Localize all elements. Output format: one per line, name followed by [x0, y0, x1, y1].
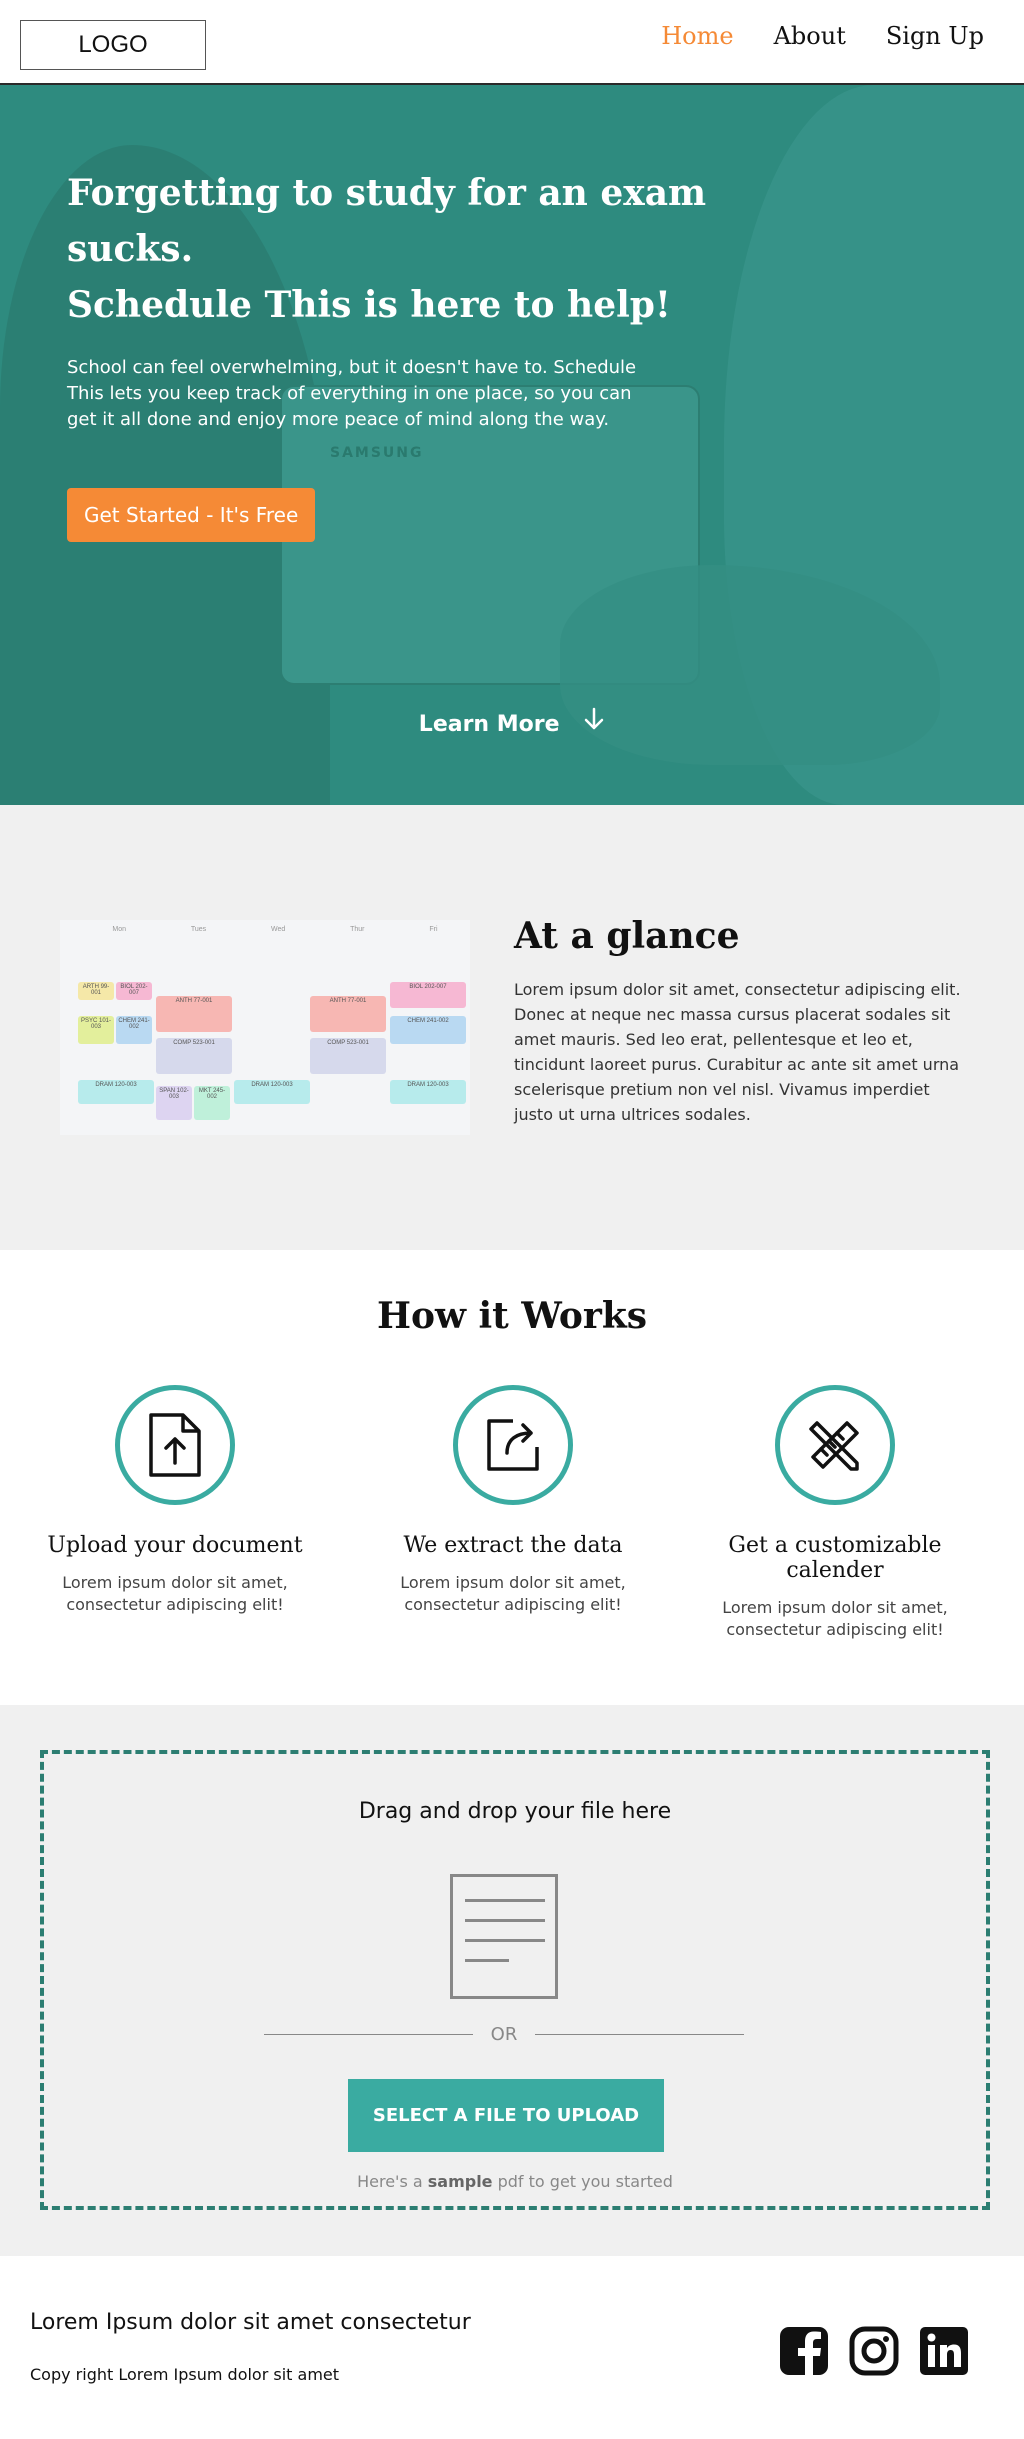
logo[interactable]: LOGO [20, 20, 206, 70]
step-text: Lorem ipsum dolor sit amet, consectetur … [400, 1573, 626, 1614]
calendar-event: MKT 245-002 [194, 1086, 230, 1120]
calendar-event: COMP 523-001 [156, 1038, 232, 1074]
facebook-icon[interactable] [779, 2326, 829, 2376]
arrow-down-icon [583, 707, 605, 738]
calendar-day: Mon [112, 926, 127, 933]
divider-line [535, 2034, 744, 2035]
sample-note-prefix: Here's a [357, 2172, 428, 2191]
nav-link-about[interactable]: About [774, 22, 846, 50]
calendar-day: Thur [350, 926, 365, 933]
calendar-event: COMP 523-001 [310, 1038, 386, 1074]
calendar-event: ANTH 77-001 [156, 996, 232, 1032]
hero-title-line: Forgetting to study for an exam sucks. [67, 172, 707, 270]
calendar-event: PSYC 101-003 [78, 1016, 114, 1044]
how-it-works-section: How it Works Upload your document Lorem … [0, 1250, 1024, 1705]
hero-title-line: Schedule This is here to help! [67, 284, 671, 326]
learn-more-link[interactable]: Learn More [0, 707, 1024, 738]
get-started-button[interactable]: Get Started - It's Free [67, 488, 316, 542]
footer-copyright: Copy right Lorem Ipsum dolor sit amet [30, 2365, 340, 2384]
calendar-event: DRAM 120-003 [78, 1080, 154, 1104]
calendar-event: BIOL 202-007 [116, 982, 152, 1000]
upload-document-icon [115, 1385, 235, 1505]
calendar-preview-image: Mon Tues Wed Thur Fri ARTH 99-001 BIOL 2… [60, 920, 470, 1135]
nav-links: Home About Sign Up [661, 22, 984, 50]
how-it-works-title: How it Works [376, 1295, 648, 1337]
step-title: We extract the data [403, 1533, 623, 1558]
hero-description: School can feel overwhelming, but it doe… [67, 357, 637, 430]
learn-more-label: Learn More [418, 712, 560, 737]
step-title: Get a customizable calender [728, 1533, 942, 1583]
or-divider: OR [264, 2024, 744, 2045]
calendar-day-headers: Mon Tues Wed Thur Fri [60, 926, 470, 933]
step-calendar: Get a customizable calender Lorem ipsum … [685, 1385, 985, 1641]
calendar-event: DRAM 120-003 [390, 1080, 466, 1104]
hero-title: Forgetting to study for an exam sucks. S… [67, 165, 707, 333]
calendar-event: ARTH 99-001 [78, 982, 114, 1000]
share-export-icon [453, 1385, 573, 1505]
file-dropzone[interactable]: Drag and drop your file here OR SELECT A… [40, 1750, 990, 2210]
at-a-glance-title: At a glance [514, 915, 740, 957]
footer: Lorem Ipsum dolor sit amet consectetur C… [0, 2256, 1024, 2439]
dropzone-title: Drag and drop your file here [358, 1799, 672, 1824]
hero-content: Forgetting to study for an exam sucks. S… [67, 165, 707, 542]
select-file-button[interactable]: SELECT A FILE TO UPLOAD [348, 2079, 664, 2152]
step-upload: Upload your document Lorem ipsum dolor s… [25, 1385, 325, 1616]
calendar-event: DRAM 120-003 [234, 1080, 310, 1104]
at-a-glance-section: Mon Tues Wed Thur Fri ARTH 99-001 BIOL 2… [0, 805, 1024, 1250]
divider-line [264, 2034, 473, 2035]
hero-section: SAMSUNG Forgetting to study for an exam … [0, 85, 1024, 805]
ruler-pencil-icon [775, 1385, 895, 1505]
calendar-event: BIOL 202-007 [390, 982, 466, 1008]
step-text: Lorem ipsum dolor sit amet, consectetur … [62, 1573, 288, 1614]
sample-note: Here's a sample pdf to get you started [44, 2172, 986, 2191]
top-navigation: LOGO Home About Sign Up [0, 0, 1024, 85]
calendar-day: Tues [190, 926, 207, 933]
calendar-event: CHEM 241-002 [390, 1016, 466, 1044]
or-label: OR [490, 2024, 518, 2045]
at-a-glance-text: At a glance Lorem ipsum dolor sit amet, … [514, 915, 964, 1127]
step-text: Lorem ipsum dolor sit amet, consectetur … [722, 1598, 948, 1639]
calendar-event: CHEM 241-002 [116, 1016, 152, 1044]
nav-link-home[interactable]: Home [661, 22, 733, 50]
instagram-icon[interactable] [849, 2326, 899, 2376]
step-title: Upload your document [47, 1533, 303, 1558]
calendar-day: Fri [429, 926, 438, 933]
upload-section: Drag and drop your file here OR SELECT A… [0, 1705, 1024, 2256]
document-icon [450, 1874, 558, 1999]
at-a-glance-body: Lorem ipsum dolor sit amet, consectetur … [514, 980, 961, 1124]
nav-link-sign-up[interactable]: Sign Up [886, 22, 984, 50]
social-links [779, 2326, 969, 2376]
calendar-day: Wed [271, 926, 286, 933]
sample-pdf-link[interactable]: sample [428, 2172, 493, 2191]
linkedin-icon[interactable] [919, 2326, 969, 2376]
calendar-event: SPAN 102-003 [156, 1086, 192, 1120]
sample-note-suffix: pdf to get you started [492, 2172, 673, 2191]
step-extract: We extract the data Lorem ipsum dolor si… [363, 1385, 663, 1616]
calendar-event: ANTH 77-001 [310, 996, 386, 1032]
footer-title: Lorem Ipsum dolor sit amet consectetur [30, 2310, 471, 2335]
